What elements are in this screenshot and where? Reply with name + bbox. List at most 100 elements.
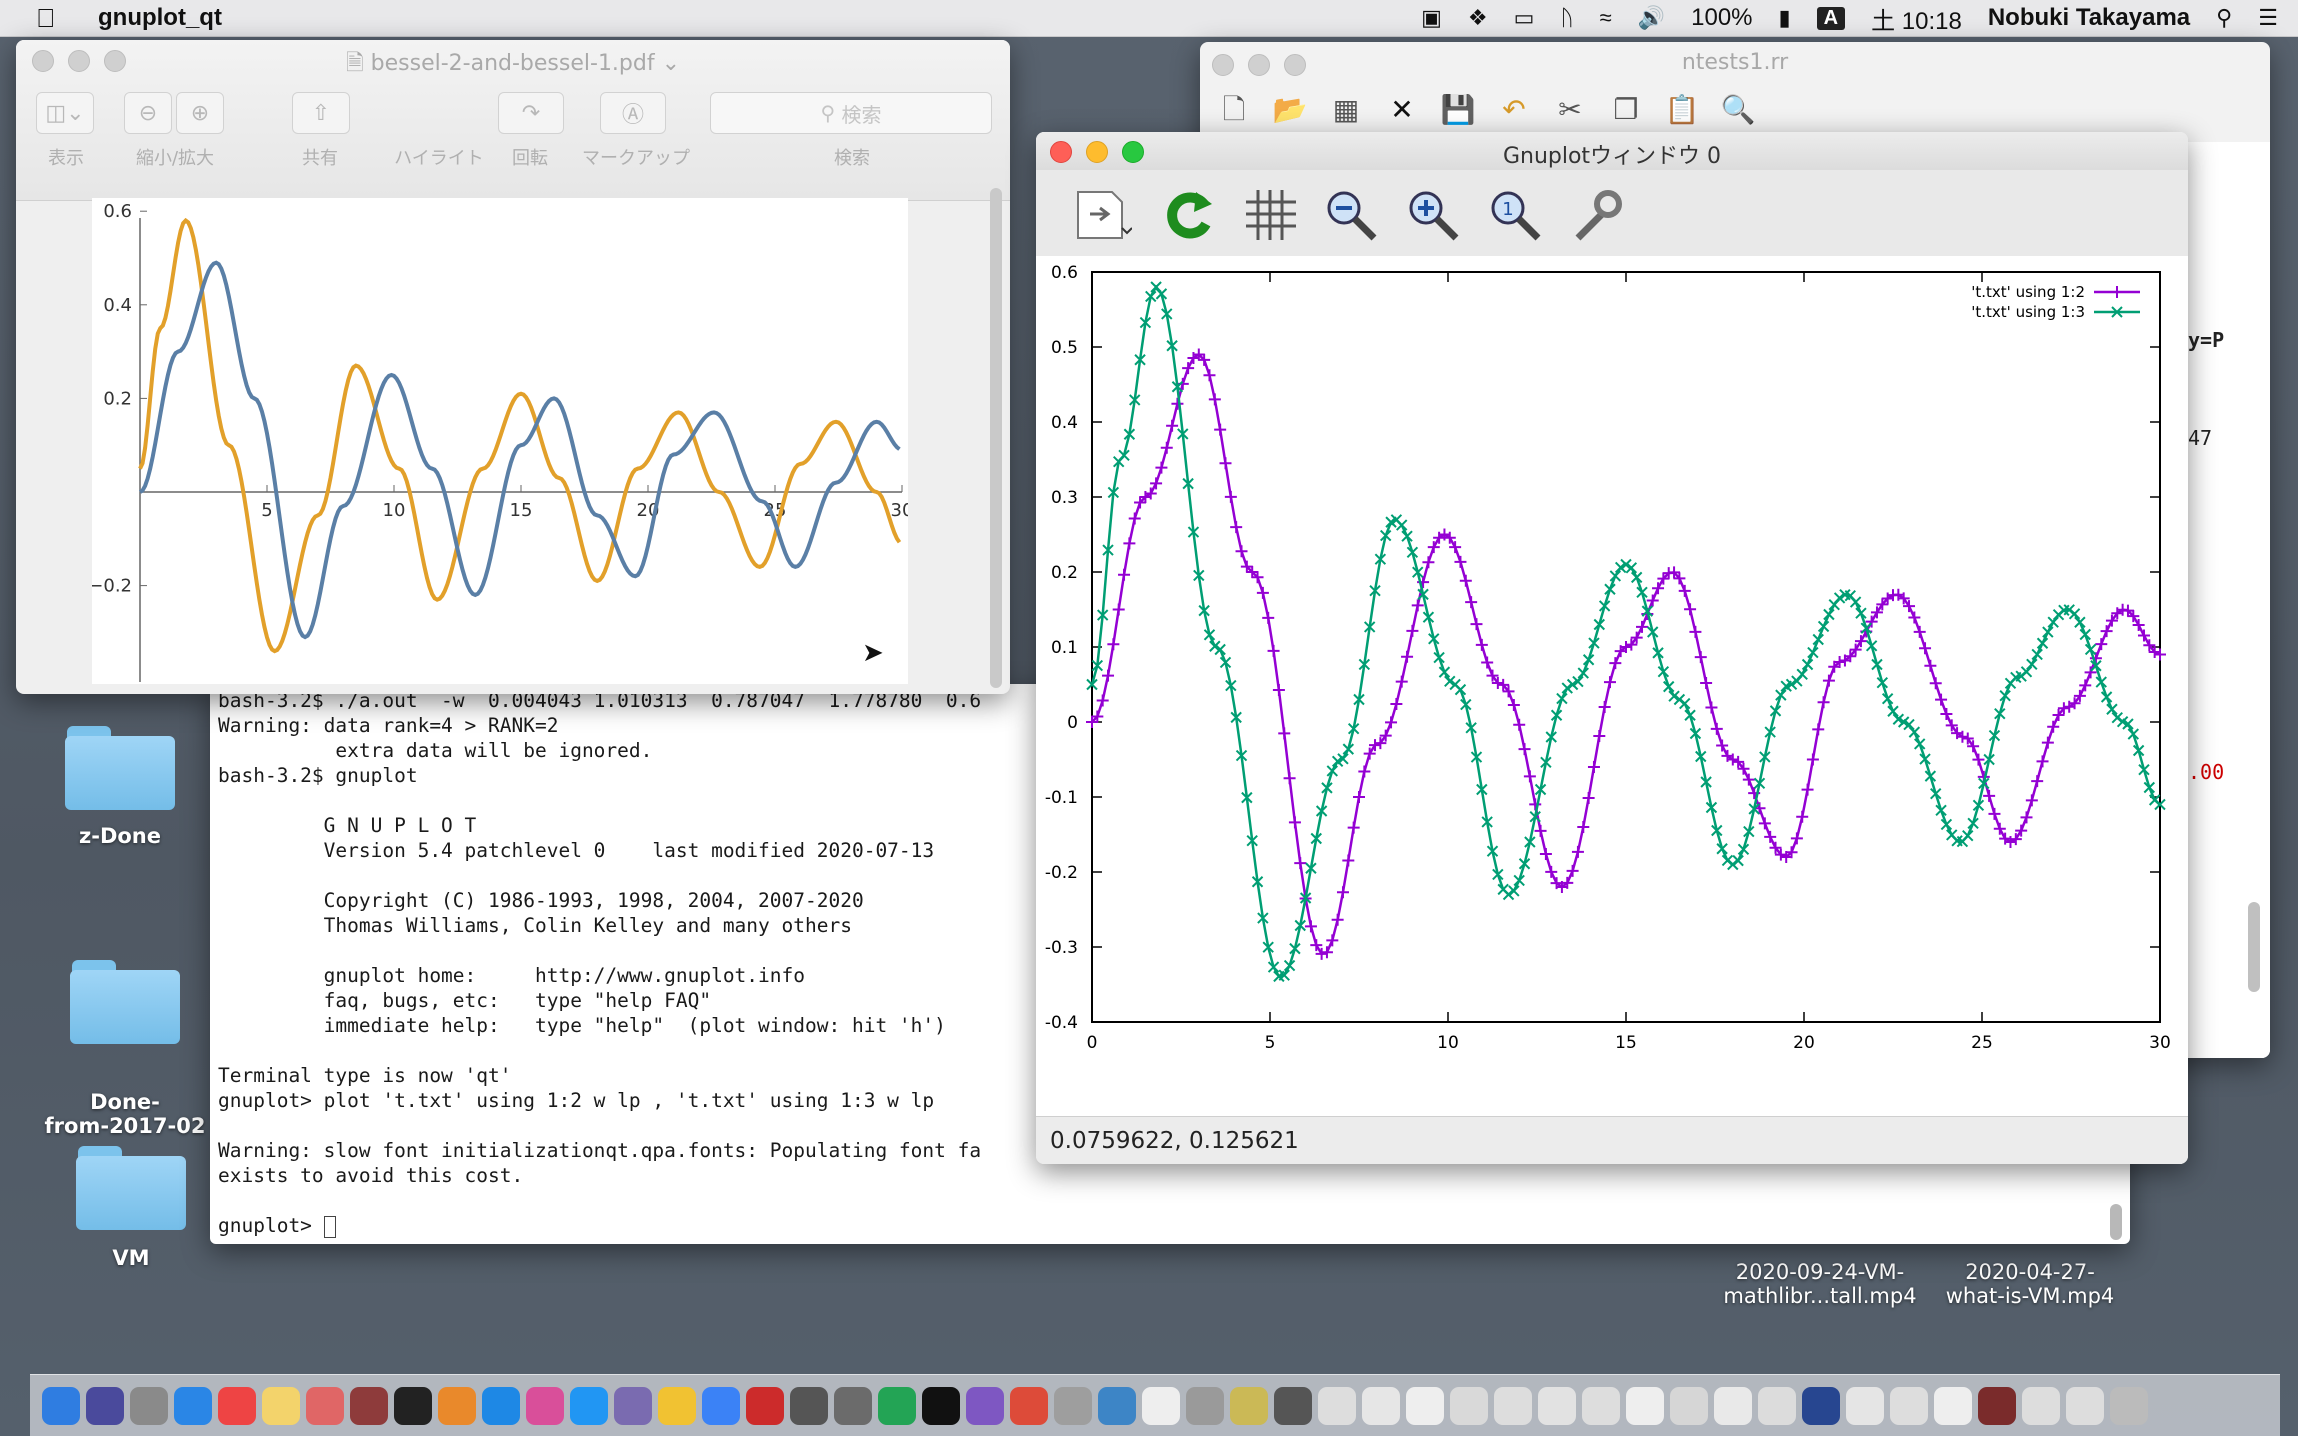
apple-menu-icon[interactable]: : [36, 3, 76, 34]
dock-app-icon[interactable]: [1978, 1386, 2016, 1425]
dock-app-icon[interactable]: [1494, 1386, 1532, 1425]
clock[interactable]: 土 10:18: [1871, 1, 1962, 36]
dock-app-icon[interactable]: [1274, 1386, 1312, 1425]
wifi-icon[interactable]: ≈: [1600, 5, 1612, 31]
dock-app-icon[interactable]: [1098, 1386, 1136, 1425]
dock-app-icon[interactable]: [1318, 1386, 1356, 1425]
dock-app-icon[interactable]: [1802, 1386, 1840, 1425]
zoom-reset-icon[interactable]: 1: [1484, 184, 1546, 246]
new-file-icon[interactable]: 🗋: [1214, 90, 1254, 130]
dock-app-icon[interactable]: [2022, 1386, 2060, 1425]
dock-app-icon[interactable]: [834, 1386, 872, 1425]
undo-icon[interactable]: ↶: [1494, 90, 1534, 130]
search-field[interactable]: ⚲ 検索: [710, 92, 992, 134]
dock-app-icon[interactable]: [394, 1386, 432, 1425]
dock-app-icon[interactable]: [614, 1386, 652, 1425]
desktop-folder-vm[interactable]: VM: [56, 1146, 206, 1270]
dock-app-icon[interactable]: [1582, 1386, 1620, 1425]
zoom-in-button[interactable]: ⊕: [176, 92, 224, 134]
share-button[interactable]: ⇧: [292, 92, 350, 134]
find-icon[interactable]: 🔍: [1718, 90, 1758, 130]
settings-wrench-icon[interactable]: [1566, 184, 1628, 246]
dock-app-icon[interactable]: [1714, 1386, 1752, 1425]
desktop-file-what-is-vm-video[interactable]: 2020-04-27- what-is-VM.mp4: [1930, 1236, 2130, 1332]
volume-icon[interactable]: 🔊: [1638, 5, 1665, 31]
dock-app-icon[interactable]: [658, 1386, 696, 1425]
document-title[interactable]: bessel-2-and-bessel-1.pdf: [371, 51, 655, 76]
chevron-down-icon[interactable]: ⌄: [662, 51, 680, 76]
dock-app-icon[interactable]: [1450, 1386, 1488, 1425]
dock-app-icon[interactable]: [922, 1386, 960, 1425]
gnuplot-plot-area[interactable]: 0 5 10 15 20 25 30 -0.4 -0.3 -0.2 -0.1 0 0.1 0.2 0.3 0.…: [1036, 256, 2188, 1116]
input-source-icon[interactable]: A: [1816, 6, 1846, 30]
desktop-file-mathlibr-video[interactable]: 2020-09-24-VM- mathlibr...tall.mp4: [1710, 1236, 1930, 1332]
dock-app-icon[interactable]: [2110, 1386, 2148, 1425]
zoom-in-icon[interactable]: [1402, 184, 1464, 246]
bluetooth-icon[interactable]: ᚢ: [1560, 5, 1573, 31]
copy-icon[interactable]: ❐: [1606, 90, 1646, 130]
display-icon[interactable]: ▭: [1514, 5, 1535, 31]
desktop-folder-z-done[interactable]: z-Done: [40, 726, 200, 848]
sidebar-toggle-button[interactable]: ◫⌄: [36, 92, 94, 134]
spotlight-search-icon[interactable]: ⚲: [2216, 5, 2232, 31]
dock-app-icon[interactable]: [1406, 1386, 1444, 1425]
dock-app-icon[interactable]: [438, 1386, 476, 1425]
dock-app-icon[interactable]: [1934, 1386, 1972, 1425]
dock-app-icon[interactable]: [570, 1386, 608, 1425]
dock-app-icon[interactable]: [1670, 1386, 1708, 1425]
cut-icon[interactable]: ✂: [1550, 90, 1590, 130]
dock-app-icon[interactable]: [306, 1386, 344, 1425]
dock-app-icon[interactable]: [174, 1386, 212, 1425]
scrollbar[interactable]: [2248, 902, 2260, 992]
dock-app-icon[interactable]: [1010, 1386, 1048, 1425]
dock-app-icon[interactable]: [702, 1386, 740, 1425]
zoom-out-button[interactable]: ⊖: [124, 92, 172, 134]
dock-app-icon[interactable]: [790, 1386, 828, 1425]
dock-app-icon[interactable]: [1890, 1386, 1928, 1425]
dock-app-icon[interactable]: [482, 1386, 520, 1425]
dock-app-icon[interactable]: [878, 1386, 916, 1425]
user-name[interactable]: Nobuki Takayama: [1988, 4, 2190, 32]
notification-center-icon[interactable]: ☰: [2258, 5, 2278, 31]
battery-icon[interactable]: ▮: [1779, 5, 1791, 31]
dock-app-icon[interactable]: [218, 1386, 256, 1425]
scrollbar[interactable]: [2110, 1204, 2122, 1240]
dock-app-icon[interactable]: [746, 1386, 784, 1425]
dock-app-icon[interactable]: [2066, 1386, 2104, 1425]
markup-button[interactable]: Ⓐ: [600, 92, 666, 134]
paste-icon[interactable]: 📋: [1662, 90, 1702, 130]
battery-percent[interactable]: 100%: [1691, 4, 1752, 32]
dock-app-icon[interactable]: [1846, 1386, 1884, 1425]
zoom-out-icon[interactable]: [1320, 184, 1382, 246]
grid-icon[interactable]: [1240, 184, 1302, 246]
export-menu-icon[interactable]: [1070, 184, 1132, 246]
dock-app-icon[interactable]: [86, 1386, 124, 1425]
dropbox-icon[interactable]: ❖: [1468, 5, 1488, 31]
dock-app-icon[interactable]: [526, 1386, 564, 1425]
close-doc-icon[interactable]: ✕: [1382, 90, 1422, 130]
dock-app-icon[interactable]: [1054, 1386, 1092, 1425]
dock-app-icon[interactable]: [1230, 1386, 1268, 1425]
replot-icon[interactable]: [1158, 184, 1220, 246]
editor-text-fragment: 47: [2188, 426, 2213, 450]
pdf-page[interactable]: 5 10 15 20 25 30 0.6 0.4 0.2 −0.2: [88, 198, 913, 684]
dock-app-icon[interactable]: [42, 1386, 80, 1425]
dock-app-icon[interactable]: [350, 1386, 388, 1425]
camera-icon[interactable]: ▣: [1421, 5, 1442, 31]
dock-app-icon[interactable]: [130, 1386, 168, 1425]
desktop-folder-done-from-2017[interactable]: Done- from-2017-02: [40, 936, 210, 1162]
save-icon[interactable]: 💾: [1438, 90, 1478, 130]
open-folder-icon[interactable]: 📂: [1270, 90, 1310, 130]
rotate-button[interactable]: ↷: [498, 92, 564, 134]
dock-app-icon[interactable]: [1626, 1386, 1664, 1425]
dock-app-icon[interactable]: [262, 1386, 300, 1425]
dock-app-icon[interactable]: [1142, 1386, 1180, 1425]
dock-app-icon[interactable]: [1362, 1386, 1400, 1425]
scrollbar[interactable]: [990, 188, 1002, 688]
dock-app-icon[interactable]: [966, 1386, 1004, 1425]
archive-icon[interactable]: ▦: [1326, 90, 1366, 130]
dock-app-icon[interactable]: [1758, 1386, 1796, 1425]
dock-app-icon[interactable]: [1186, 1386, 1224, 1425]
app-menu-name[interactable]: gnuplot_qt: [98, 4, 222, 32]
dock-app-icon[interactable]: [1538, 1386, 1576, 1425]
